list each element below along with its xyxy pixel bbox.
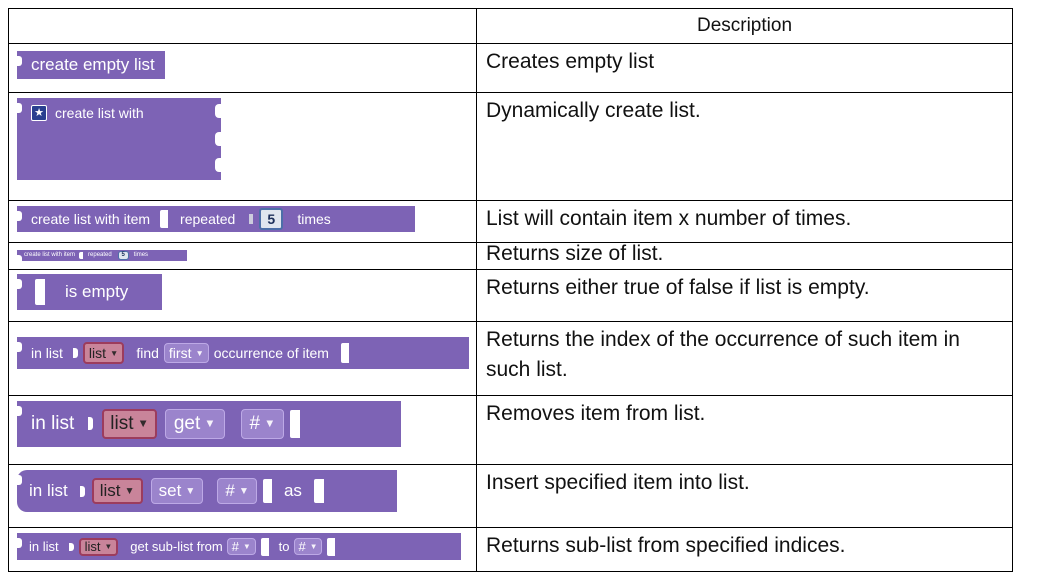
block-label: create list with item (31, 210, 151, 227)
position-dropdown[interactable]: # ▼ (217, 478, 257, 505)
number-plug-icon (249, 213, 254, 224)
block-label: to (278, 539, 290, 555)
description-cell: Returns either true of false if list is … (476, 269, 1013, 322)
index-input-socket[interactable] (290, 409, 305, 438)
header-description: Description (476, 8, 1013, 44)
block-label: in list (31, 412, 75, 434)
number-input[interactable]: 5 (259, 207, 284, 230)
gear-star-icon[interactable]: ★ (31, 105, 47, 122)
description-cell: Returns the index of the occurrence of s… (476, 320, 1013, 396)
table-row: in list list ▼ set ▼ # ▼ as Insert specifie… (8, 464, 1013, 529)
index-input-socket[interactable] (262, 479, 276, 504)
description-cell: Returns size of list. (476, 242, 1013, 271)
description-cell: List will contain item x number of times… (476, 199, 1013, 244)
first-last-dropdown[interactable]: first ▼ (163, 342, 209, 363)
block-label: repeated (180, 210, 236, 227)
table-row: ★ create list with Dynamically create li… (8, 92, 1013, 201)
block-cell: in list list ▼ find first ▼ occurrence of … (8, 320, 477, 396)
block-cell: in list list ▼ set ▼ # ▼ as (8, 464, 477, 529)
table-row: create empty list Creates empty list (8, 42, 1013, 94)
block-label: in list (29, 539, 59, 555)
block-cell: create list with item repeated 5 times (8, 242, 477, 271)
block-label: occurrence of item (213, 344, 329, 361)
block-cell: in list list ▼ get sub-list from # ▼ to # ▼ (8, 527, 477, 572)
input-socket[interactable] (215, 158, 221, 173)
block-label: create list with item (24, 252, 76, 259)
item-input-socket[interactable] (79, 251, 88, 259)
block-cell: ★ create list with (8, 92, 477, 201)
item-input-socket[interactable] (340, 342, 353, 363)
input-socket[interactable] (215, 104, 221, 119)
block-cell: in list list ▼ get ▼ # ▼ (8, 394, 477, 466)
set-mode-dropdown[interactable]: set ▼ (150, 478, 204, 505)
block-label: times (133, 252, 149, 259)
block-cell: create list with item repeated 5 times (8, 199, 477, 244)
table-row: in list list ▼ get sub-list from # ▼ to # ▼… (8, 527, 1013, 572)
table-row: create list with item repeated 5 times L… (8, 199, 1013, 244)
to-position-dropdown[interactable]: # ▼ (293, 538, 323, 556)
table-row: in list list ▼ find first ▼ occurrence of … (8, 320, 1013, 396)
create-list-repeated-block-small[interactable]: create list with item repeated 5 times (16, 249, 187, 265)
table-row: create list with item repeated 5 times R… (8, 242, 1013, 271)
block-label: as (283, 481, 302, 501)
block-label: create list with (55, 105, 144, 122)
position-dropdown[interactable]: # ▼ (240, 408, 285, 439)
block-cell: is empty (8, 269, 477, 322)
description-cell: Insert specified item into list. (476, 464, 1013, 529)
table-row: is empty Returns either true of false if… (8, 269, 1013, 322)
value-input-socket[interactable] (313, 479, 328, 504)
get-mode-dropdown[interactable]: get ▼ (164, 408, 225, 439)
blocks-table: Description create empty list Creates em… (8, 8, 1013, 572)
block-label: in list (29, 481, 68, 501)
list-socket (72, 340, 83, 365)
table-row: in list list ▼ get ▼ # ▼ Removes item from … (8, 394, 1013, 466)
header-left-cell (8, 8, 477, 44)
is-empty-block[interactable]: is empty (16, 274, 162, 311)
create-list-with-block[interactable]: ★ create list with (16, 98, 221, 181)
list-socket (79, 477, 92, 506)
block-label: get sub-list from (130, 539, 223, 555)
input-socket[interactable] (215, 132, 221, 147)
block-label: find (136, 344, 159, 361)
block-label: repeated (88, 252, 112, 259)
create-empty-list-block[interactable]: create empty list (16, 50, 165, 79)
description-cell: Dynamically create list. (476, 92, 1013, 201)
block-label: times (297, 210, 331, 227)
create-list-repeated-block[interactable]: create list with item repeated 5 times (16, 205, 415, 232)
get-item-block[interactable]: in list list ▼ get ▼ # ▼ (16, 400, 401, 447)
description-cell: Removes item from list. (476, 394, 1013, 466)
from-input-socket[interactable] (260, 537, 273, 556)
block-cell: create empty list (8, 42, 477, 94)
block-label: is empty (65, 282, 129, 302)
to-input-socket[interactable] (327, 537, 340, 556)
list-variable-dropdown[interactable]: list ▼ (91, 478, 143, 505)
description-cell: Creates empty list (476, 42, 1013, 94)
block-label: create empty list (31, 54, 155, 74)
set-item-block[interactable]: in list list ▼ set ▼ # ▼ as (16, 470, 397, 513)
list-input-socket[interactable] (35, 279, 49, 306)
list-socket (68, 536, 79, 558)
find-occurrence-block[interactable]: in list list ▼ find first ▼ occurrence of … (16, 336, 469, 369)
block-label: in list (31, 344, 63, 361)
from-position-dropdown[interactable]: # ▼ (226, 538, 256, 556)
list-variable-dropdown[interactable]: list ▼ (82, 341, 125, 364)
get-sublist-block[interactable]: in list list ▼ get sub-list from # ▼ to # ▼ (16, 533, 461, 561)
number-input[interactable]: 5 (117, 250, 129, 260)
list-variable-dropdown[interactable]: list ▼ (102, 408, 157, 439)
description-cell: Returns sub-list from specified indices. (476, 527, 1013, 572)
item-input-socket[interactable] (160, 209, 173, 228)
list-socket (88, 407, 103, 440)
table-header-row: Description (8, 8, 1013, 44)
list-variable-dropdown[interactable]: list ▼ (78, 537, 119, 556)
